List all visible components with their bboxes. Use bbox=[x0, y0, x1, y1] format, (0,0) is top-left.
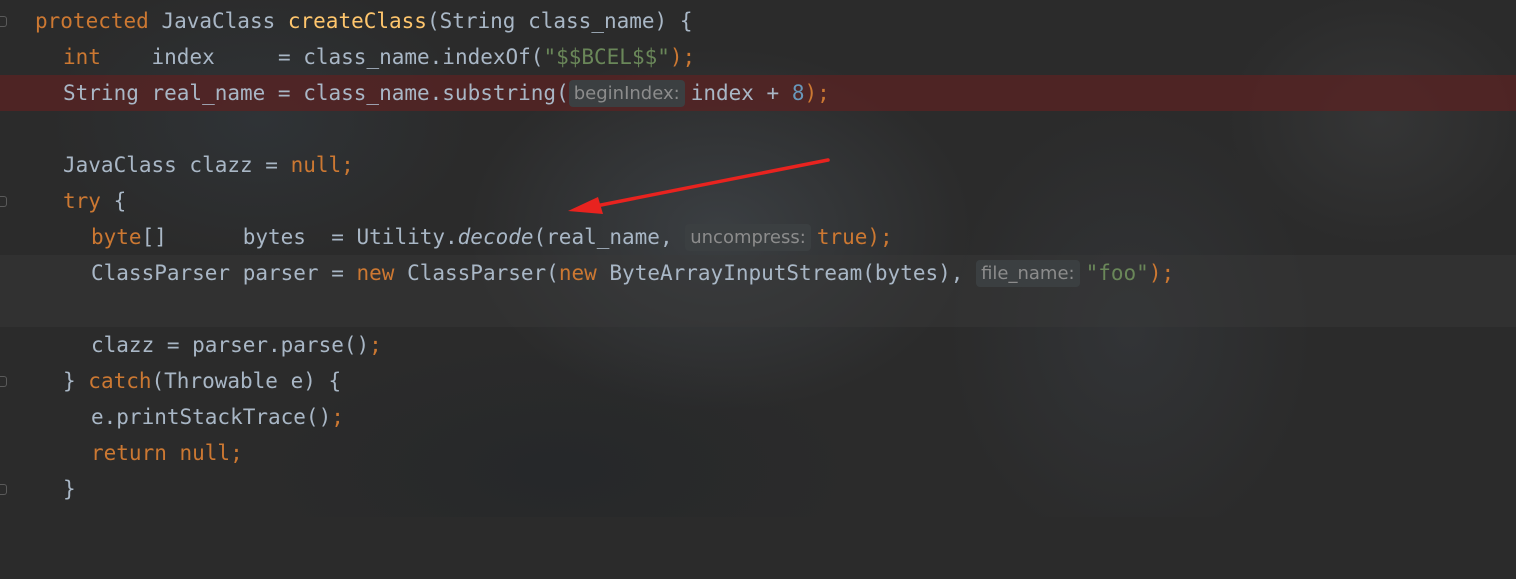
code-token: JavaClass bbox=[148, 9, 288, 33]
number-literal: 8 bbox=[791, 81, 805, 105]
code-token: { bbox=[100, 189, 127, 213]
code-line[interactable]: } bbox=[0, 471, 1516, 507]
string-literal: "$$BCEL$$" bbox=[543, 45, 670, 69]
code-line[interactable]: try { bbox=[0, 183, 1516, 219]
code-line[interactable]: JavaClass clazz = null; bbox=[0, 147, 1516, 183]
method-name-token: createClass bbox=[287, 9, 427, 33]
code-token: clazz = parser.parse() bbox=[91, 333, 370, 357]
code-token: ClassParser parser = bbox=[91, 261, 357, 285]
current-line[interactable]: ClassParser parser = new ClassParser(new… bbox=[0, 255, 1516, 291]
keyword-token: byte bbox=[91, 225, 142, 249]
code-line[interactable]: e.printStackTrace(); bbox=[0, 399, 1516, 435]
code-line[interactable]: byte[] bytes = Utility.decode(real_name,… bbox=[0, 219, 1516, 255]
code-editor[interactable]: protected JavaClass createClass(String c… bbox=[0, 3, 1516, 507]
code-token: e.printStackTrace() bbox=[91, 405, 332, 429]
keyword-token: protected bbox=[35, 9, 149, 33]
code-token: } bbox=[63, 369, 89, 393]
parameter-hint-beginindex: beginIndex: bbox=[568, 80, 685, 107]
code-line[interactable]: clazz = parser.parse(); bbox=[0, 327, 1516, 363]
code-token: ; bbox=[230, 441, 243, 465]
code-token: index = class_name.indexOf( bbox=[100, 45, 544, 69]
keyword-token: try bbox=[63, 189, 101, 213]
breakpoint-line[interactable]: String real_name = class_name.substring(… bbox=[0, 75, 1516, 111]
code-token: ; bbox=[341, 153, 354, 177]
code-token: (real_name, bbox=[533, 225, 686, 249]
code-token: String real_name = class_name.substring( bbox=[63, 81, 569, 105]
code-line[interactable]: return null; bbox=[0, 435, 1516, 471]
code-token: index + bbox=[690, 81, 792, 105]
code-line[interactable]: } catch(Throwable e) { bbox=[0, 363, 1516, 399]
code-token: [] bytes = Utility. bbox=[141, 225, 458, 249]
keyword-token: new bbox=[356, 261, 395, 285]
code-token: } bbox=[63, 477, 76, 501]
keyword-token: true bbox=[816, 225, 868, 249]
code-token: ; bbox=[369, 333, 382, 357]
code-token: ); bbox=[867, 225, 893, 249]
code-token: ClassParser( bbox=[394, 261, 559, 285]
code-token: ); bbox=[669, 45, 696, 69]
keyword-token: null bbox=[290, 153, 342, 177]
code-line[interactable]: int index = class_name.indexOf("$$BCEL$$… bbox=[0, 39, 1516, 75]
code-token: ); bbox=[804, 81, 830, 105]
static-method-token: decode bbox=[457, 225, 534, 249]
code-line[interactable]: protected JavaClass createClass(String c… bbox=[0, 3, 1516, 39]
code-token: (String class_name) { bbox=[426, 9, 693, 33]
keyword-token: catch bbox=[88, 369, 152, 393]
string-literal: "foo" bbox=[1085, 261, 1149, 285]
code-token: JavaClass clazz = bbox=[63, 153, 291, 177]
keyword-token: int bbox=[63, 45, 101, 69]
code-token: ByteArrayInputStream(bytes), bbox=[596, 261, 977, 285]
keyword-token: return null bbox=[91, 441, 231, 465]
code-line-empty[interactable] bbox=[0, 111, 1516, 147]
parameter-hint-file-name: file_name: bbox=[976, 260, 1080, 287]
parameter-hint-uncompress: uncompress: bbox=[685, 224, 811, 251]
code-token: ; bbox=[331, 405, 344, 429]
code-line-empty[interactable] bbox=[0, 291, 1516, 327]
keyword-token: new bbox=[558, 261, 597, 285]
code-token: ); bbox=[1148, 261, 1175, 285]
code-token: (Throwable e) { bbox=[151, 369, 342, 393]
